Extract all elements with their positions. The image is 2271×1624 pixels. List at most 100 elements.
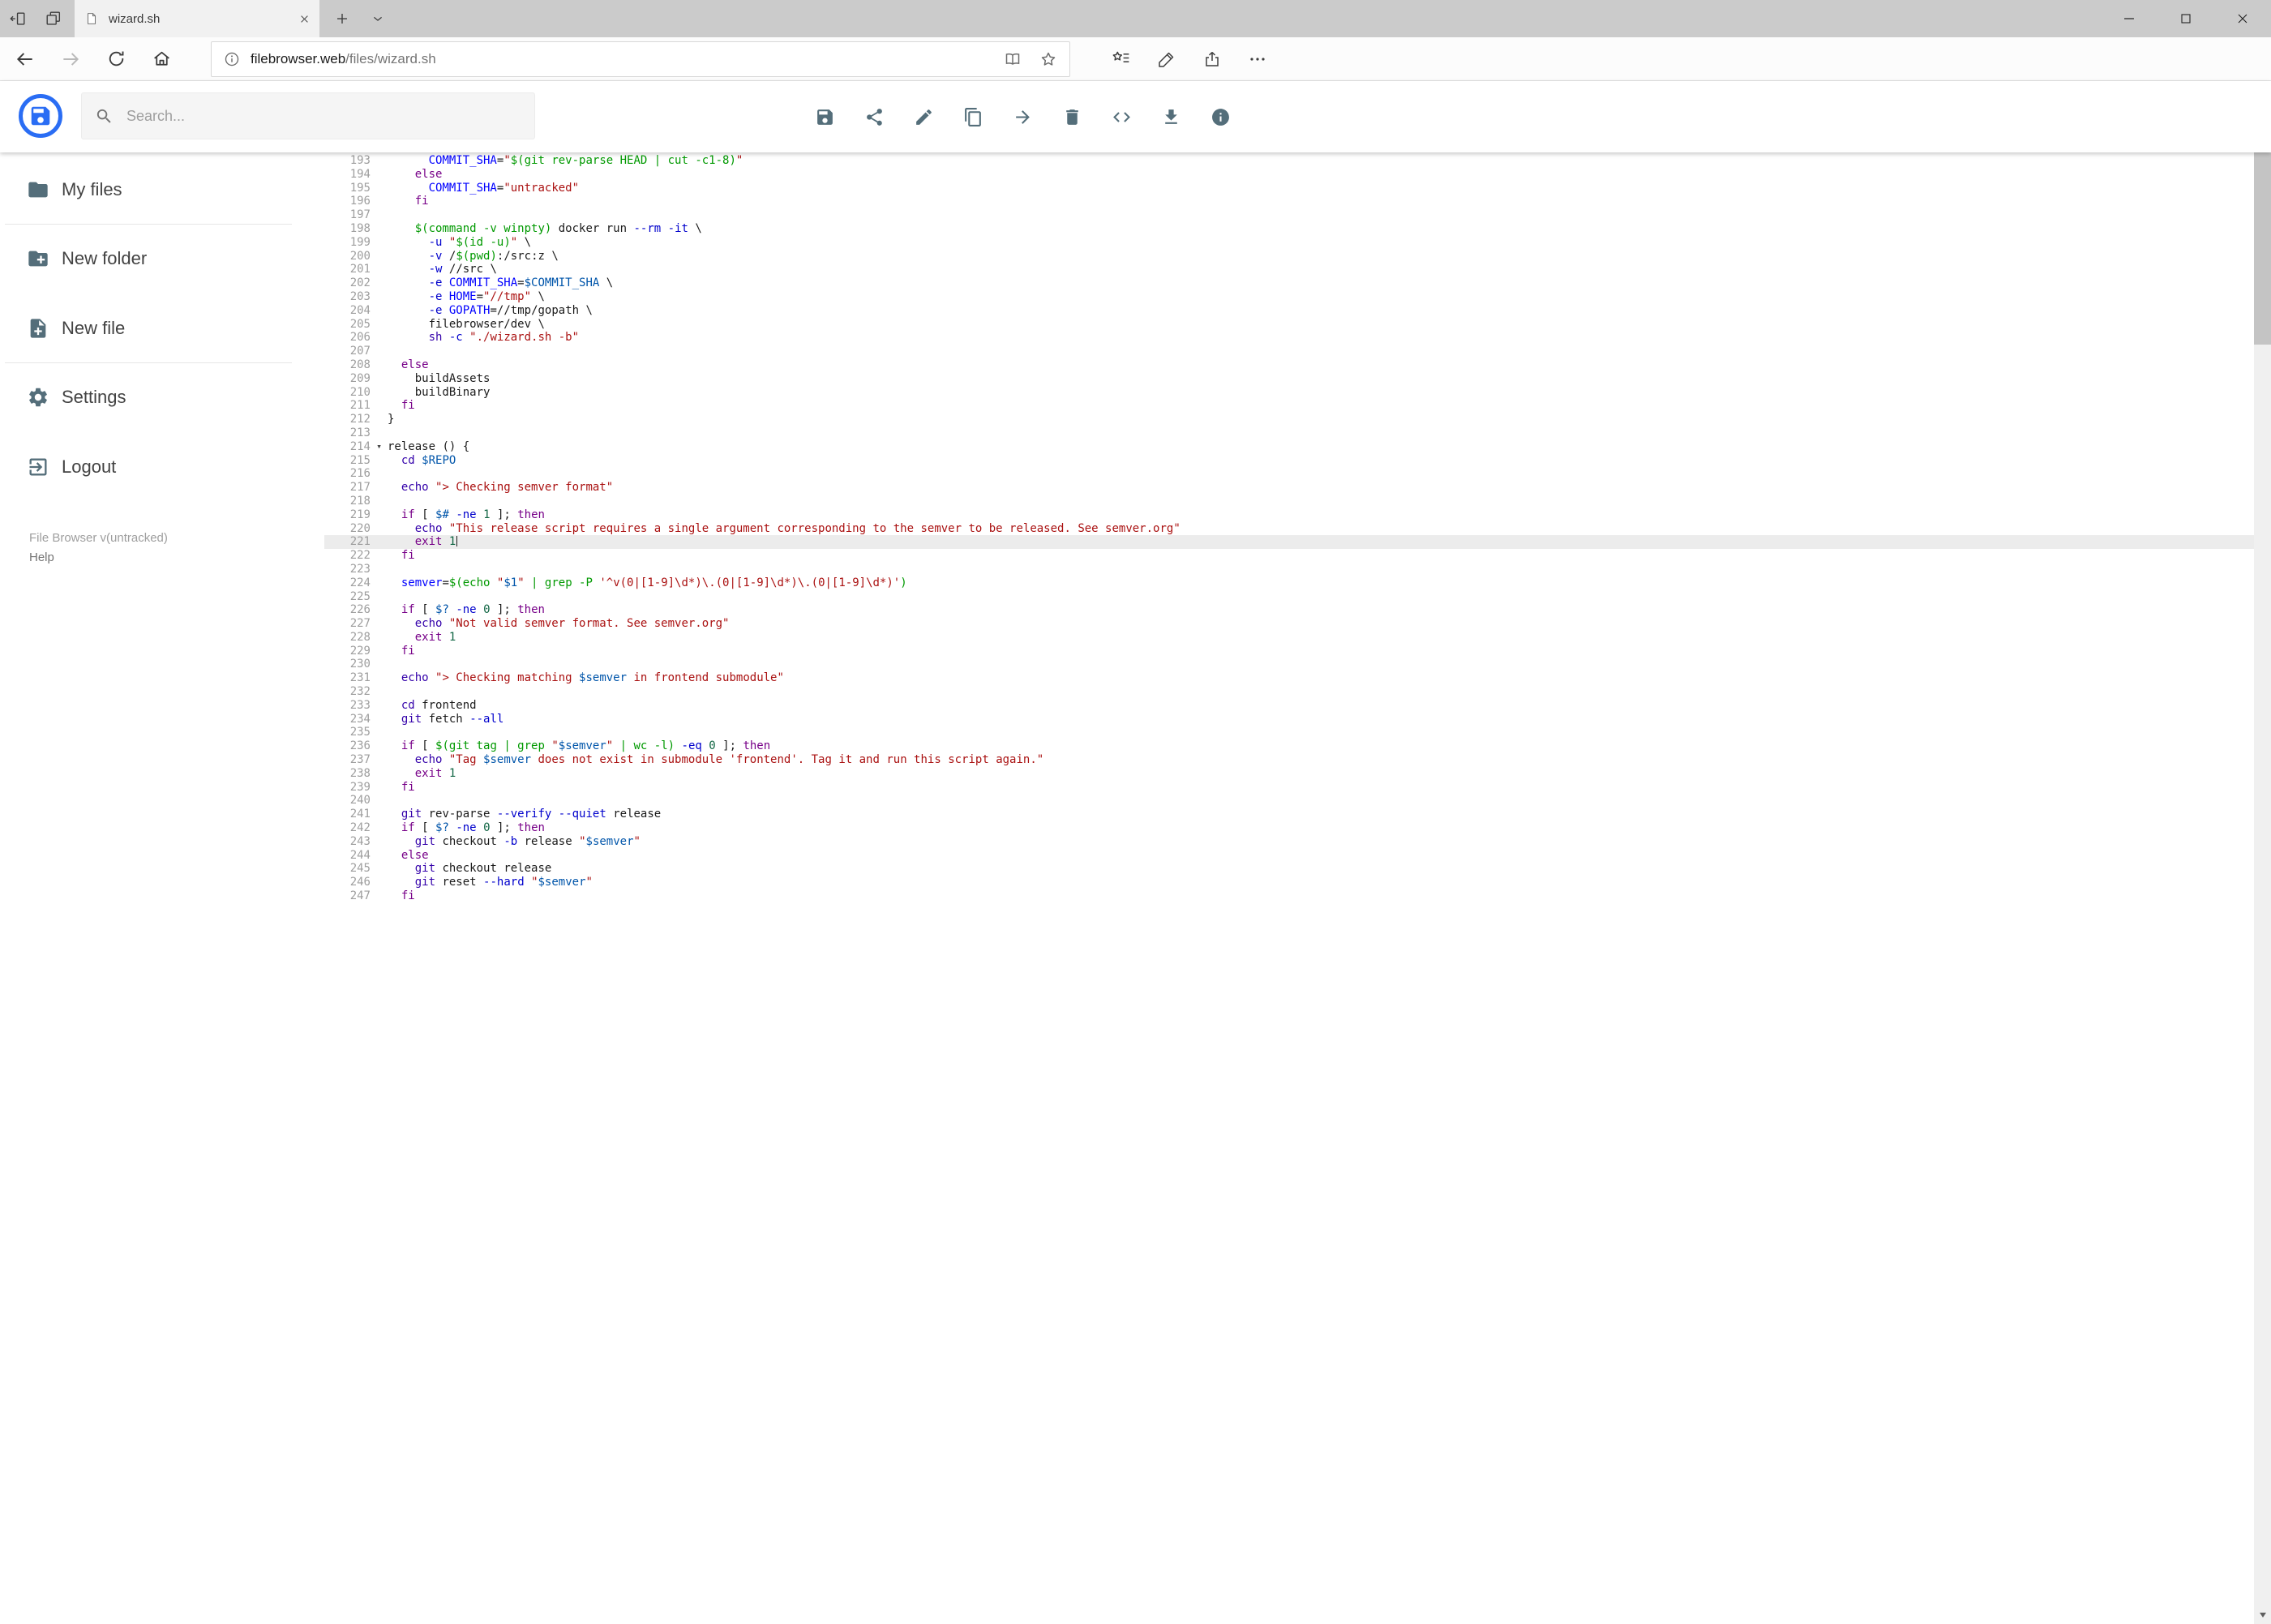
code-line[interactable]: 244 else [324,849,2254,863]
window-maximize-button[interactable] [2157,0,2214,37]
tab-close-button[interactable] [298,12,311,26]
sidebar-item-my-files[interactable]: My files [0,164,324,216]
code-line[interactable]: 217 echo "> Checking semver format" [324,481,2254,495]
code-line[interactable]: 235 [324,726,2254,739]
code-line[interactable]: 237 echo "Tag $semver does not exist in … [324,753,2254,767]
code-line[interactable]: 216 [324,467,2254,481]
delete-button[interactable] [1062,107,1082,127]
browser-menu-button[interactable] [1239,41,1276,78]
code-line[interactable]: 199 -u "$(id -u)" \ [324,236,2254,250]
code-line[interactable]: 196 fi [324,195,2254,208]
code-line[interactable]: 223 [324,563,2254,576]
site-info-icon[interactable] [223,50,241,68]
rename-button[interactable] [914,107,934,127]
code-line[interactable]: 246 git reset --hard "$semver" [324,876,2254,889]
code-line[interactable]: 242 if [ $? -ne 0 ]; then [324,821,2254,835]
tab-list-chevron-button[interactable] [360,0,396,37]
source-view-button[interactable] [1112,107,1132,127]
save-button[interactable] [815,107,835,127]
sidebar-item-new-folder[interactable]: New folder [0,233,324,285]
help-link[interactable]: Help [29,550,54,566]
code-line[interactable]: 231 echo "> Checking matching $semver in… [324,671,2254,685]
code-line[interactable]: 197 [324,208,2254,222]
code-line[interactable]: 247 fi [324,889,2254,903]
sidebar-item-settings[interactable]: Settings [0,371,324,423]
window-minimize-button[interactable] [2101,0,2157,37]
code-line[interactable]: 233 cd frontend [324,699,2254,713]
code-line[interactable]: 236 if [ $(git tag | grep "$semver" | wc… [324,739,2254,753]
new-tab-button[interactable] [324,0,360,37]
code-line[interactable]: 218 [324,495,2254,508]
share-button[interactable] [1193,41,1231,78]
code-editor[interactable]: 193 COMMIT_SHA="$(git rev-parse HEAD | c… [324,152,2254,1624]
code-line[interactable]: 215 cd $REPO [324,454,2254,468]
search-input[interactable] [125,106,521,126]
code-line[interactable]: 224 semver=$(echo "$1" | grep -P '^v(0|[… [324,576,2254,590]
reading-view-button[interactable] [1003,49,1022,69]
code-line[interactable]: 193 COMMIT_SHA="$(git rev-parse HEAD | c… [324,154,2254,168]
move-button[interactable] [1013,107,1033,127]
download-button[interactable] [1161,107,1181,127]
code-line[interactable]: 206 sh -c "./wizard.sh -b" [324,331,2254,345]
code-line[interactable]: 211 fi [324,399,2254,413]
code-line[interactable]: 195 COMMIT_SHA="untracked" [324,182,2254,195]
code-line[interactable]: 232 [324,685,2254,699]
code-line[interactable]: 194 else [324,168,2254,182]
code-line[interactable]: 221 exit 1 [324,535,2254,550]
tabs-preview-button[interactable] [36,0,71,37]
web-note-button[interactable] [1148,41,1185,78]
code-line[interactable]: 234 git fetch --all [324,713,2254,726]
search-bar[interactable] [81,92,535,139]
refresh-button[interactable] [97,41,135,78]
share-file-button[interactable] [864,107,885,127]
code-line[interactable]: 240 [324,794,2254,808]
code-line[interactable]: 202 -e COMMIT_SHA=$COMMIT_SHA \ [324,276,2254,290]
code-line[interactable]: 225 [324,590,2254,604]
tabs-set-aside-button[interactable] [0,0,36,37]
favorites-hub-button[interactable] [1103,41,1140,78]
code-line[interactable]: 200 -v /$(pwd):/src:z \ [324,250,2254,264]
code-line[interactable]: 210 buildBinary [324,386,2254,400]
code-line[interactable]: 214 ▾ release () { [324,440,2254,454]
code-line[interactable]: 220 echo "This release script requires a… [324,522,2254,536]
code-line[interactable]: 198 $(command -v winpty) docker run --rm… [324,222,2254,236]
code-line[interactable]: 204 -e GOPATH=//tmp/gopath \ [324,304,2254,318]
code-line[interactable]: 238 exit 1 [324,767,2254,781]
code-line[interactable]: 228 exit 1 [324,631,2254,645]
home-button[interactable] [143,41,180,78]
code-line[interactable]: 212} [324,413,2254,426]
scrollbar-down-button[interactable] [2254,1607,2271,1622]
code-line[interactable]: 205 filebrowser/dev \ [324,318,2254,332]
code-line[interactable]: 230 [324,658,2254,671]
back-button[interactable] [6,41,44,78]
code-line[interactable]: 207 [324,345,2254,358]
code-line[interactable]: 222 fi [324,549,2254,563]
code-line[interactable]: 243 git checkout -b release "$semver" [324,835,2254,849]
vertical-scrollbar[interactable] [2254,81,2271,1624]
copy-button[interactable] [963,107,983,127]
code-line[interactable]: 213 [324,426,2254,440]
browser-tab[interactable]: wizard.sh [75,0,319,37]
sidebar-item-new-file[interactable]: New file [0,302,324,354]
sidebar-item-logout[interactable]: Logout [0,441,324,493]
forward-button[interactable] [52,41,89,78]
add-favorite-button[interactable] [1039,49,1058,69]
code-line[interactable]: 201 -w //src \ [324,263,2254,276]
code-line[interactable]: 227 echo "Not valid semver format. See s… [324,617,2254,631]
download-icon [1165,109,1177,124]
filebrowser-logo[interactable] [19,94,62,138]
code-line[interactable]: 241 git rev-parse --verify --quiet relea… [324,808,2254,821]
window-close-button[interactable] [2214,0,2271,37]
code-line[interactable]: 219 if [ $# -ne 1 ]; then [324,508,2254,522]
code-line[interactable]: 226 if [ $? -ne 0 ]; then [324,603,2254,617]
code-line[interactable]: 203 -e HOME="//tmp" \ [324,290,2254,304]
code-line[interactable]: 239 fi [324,781,2254,795]
fold-arrow-icon[interactable]: ▾ [371,440,388,454]
info-button[interactable] [1210,107,1231,127]
url-text[interactable]: filebrowser.web/files/wizard.sh [251,51,987,67]
address-bar[interactable]: filebrowser.web/files/wizard.sh [211,41,1070,77]
code-line[interactable]: 229 fi [324,645,2254,658]
code-line[interactable]: 208 else [324,358,2254,372]
code-line[interactable]: 209 buildAssets [324,372,2254,386]
code-line[interactable]: 245 git checkout release [324,862,2254,876]
